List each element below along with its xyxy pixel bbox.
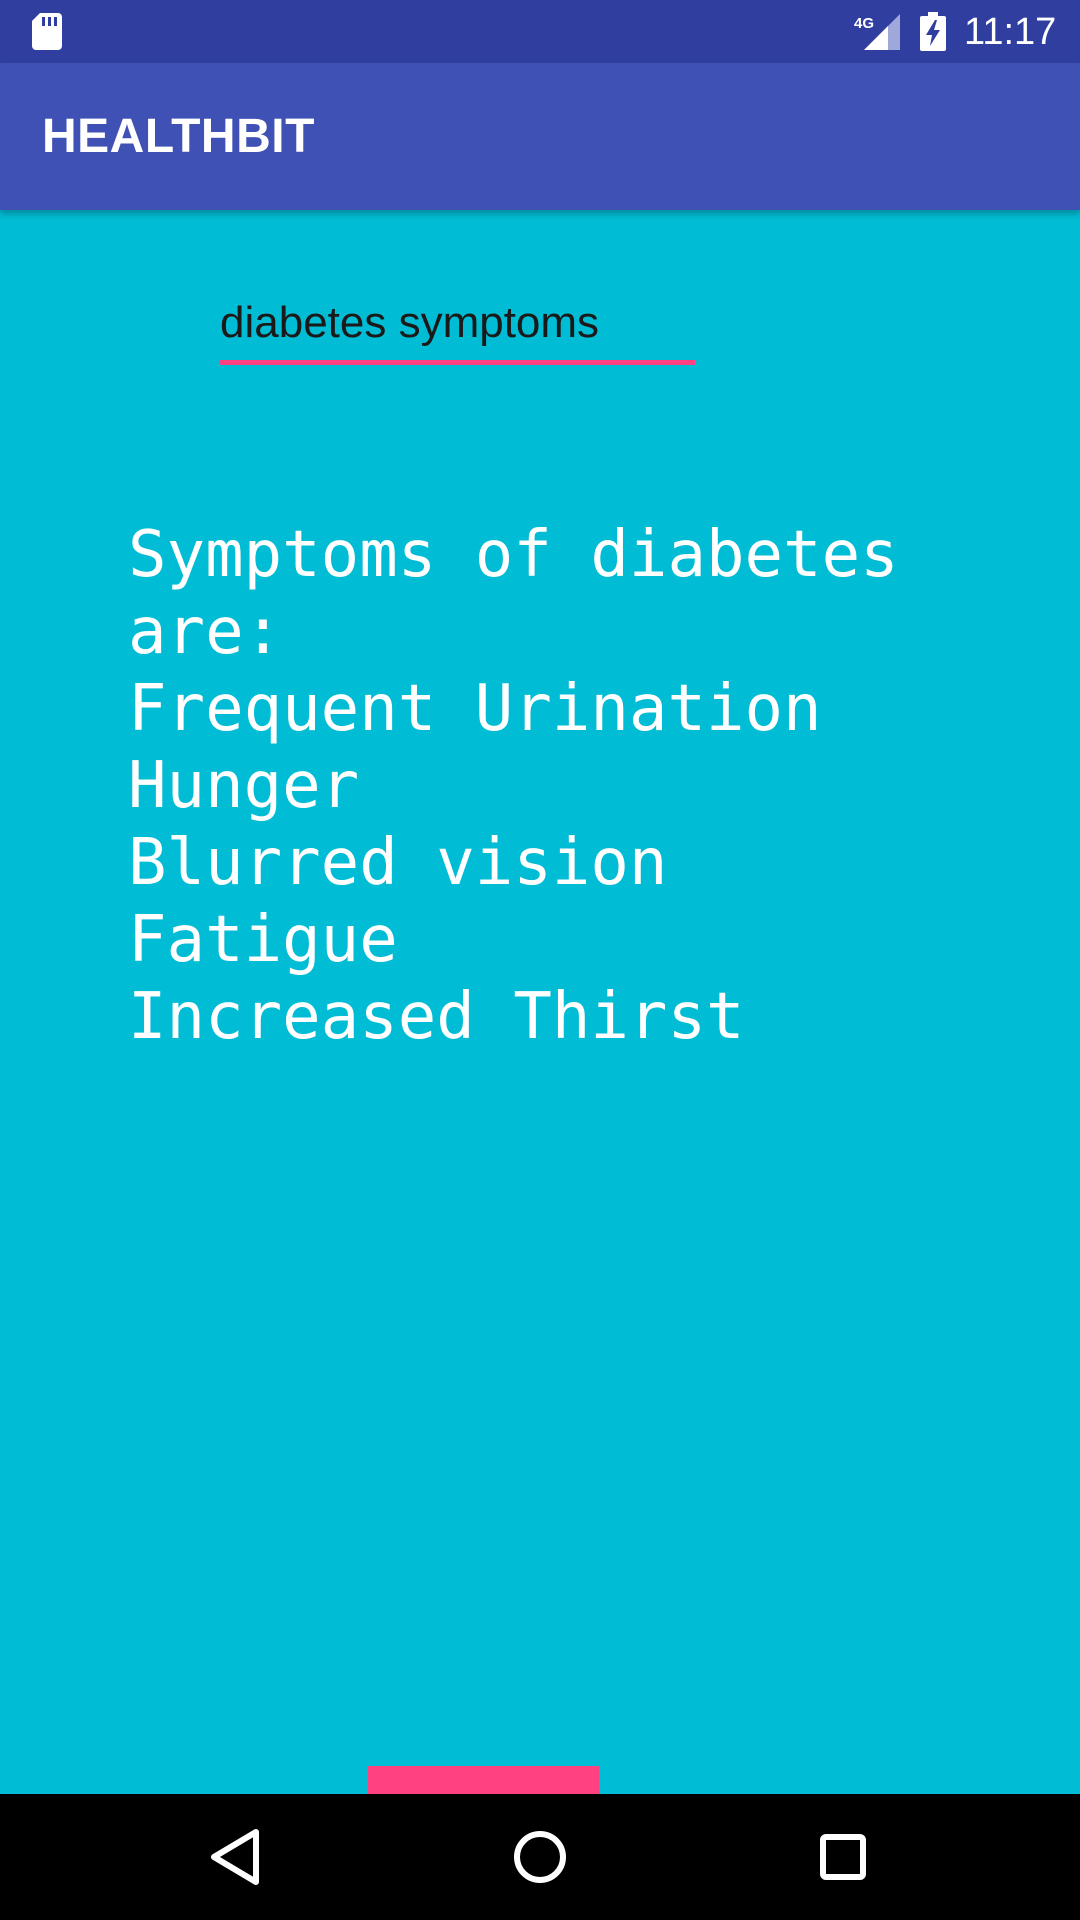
recents-icon[interactable] <box>808 1822 878 1892</box>
svg-text:4G: 4G <box>854 15 874 32</box>
battery-charging-icon <box>920 12 946 51</box>
search-input[interactable] <box>220 285 695 365</box>
action-button[interactable] <box>368 1766 599 1794</box>
app-title: HEALTHBIT <box>42 110 315 163</box>
status-bar: 4G 11:17 <box>0 0 1080 63</box>
signal-icon: 4G <box>854 14 900 50</box>
back-icon[interactable] <box>200 1822 270 1892</box>
sd-card-icon <box>32 13 62 50</box>
navigation-bar <box>0 1794 1080 1920</box>
status-time: 11:17 <box>964 11 1057 53</box>
result-text: Symptoms of diabetes are: Frequent Urina… <box>128 518 899 1054</box>
home-icon[interactable] <box>505 1822 575 1892</box>
app-bar: HEALTHBIT <box>0 63 1080 210</box>
